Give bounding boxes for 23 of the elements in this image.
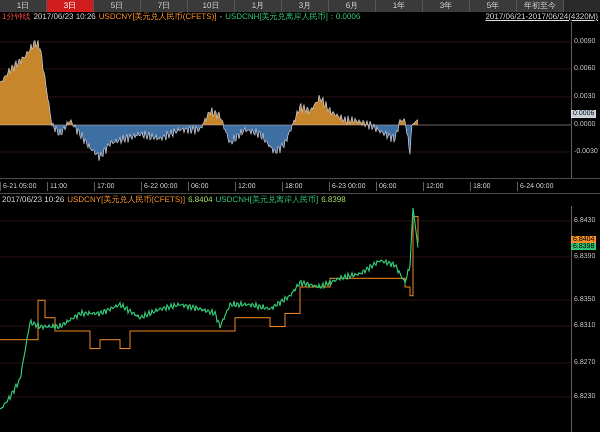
period-tab[interactable]: 5年: [470, 0, 517, 12]
period-tab[interactable]: 年初至今: [517, 0, 564, 12]
series-label: USDCNY[美元兑人民币(CFETS)]: [67, 194, 186, 206]
period-tab[interactable]: 3月: [282, 0, 329, 12]
series-label: USDCNY[美元兑人民币(CFETS)]: [98, 11, 217, 23]
datetime-text: 2017/06/23 10:26: [33, 11, 96, 23]
period-tab[interactable]: 5日: [94, 0, 141, 12]
series-label: USDCNH[美元兑离岸人民币]：0.0006: [225, 11, 360, 23]
period-tab[interactable]: 6月: [329, 0, 376, 12]
period-tab[interactable]: 1日: [0, 0, 47, 12]
separator-text: -: [220, 11, 222, 23]
series-label: USDCNH[美元兑离岸人民币]: [216, 194, 318, 206]
date-range-link[interactable]: 2017/06/21-2017/06/24(4320M): [485, 11, 598, 23]
series-value: 6.8404: [188, 194, 213, 206]
interval-label: 1分钟线: [2, 11, 30, 23]
datetime-text: 2017/06/23 10:26: [2, 194, 64, 206]
period-tab[interactable]: 1年: [376, 0, 423, 12]
period-tab[interactable]: 10日: [188, 0, 235, 12]
period-tab[interactable]: 3年: [423, 0, 470, 12]
period-tab[interactable]: 7日: [141, 0, 188, 12]
series-value: 6.8398: [321, 194, 346, 206]
period-tab[interactable]: 1月: [235, 0, 282, 12]
period-tab[interactable]: 3日: [47, 0, 94, 12]
